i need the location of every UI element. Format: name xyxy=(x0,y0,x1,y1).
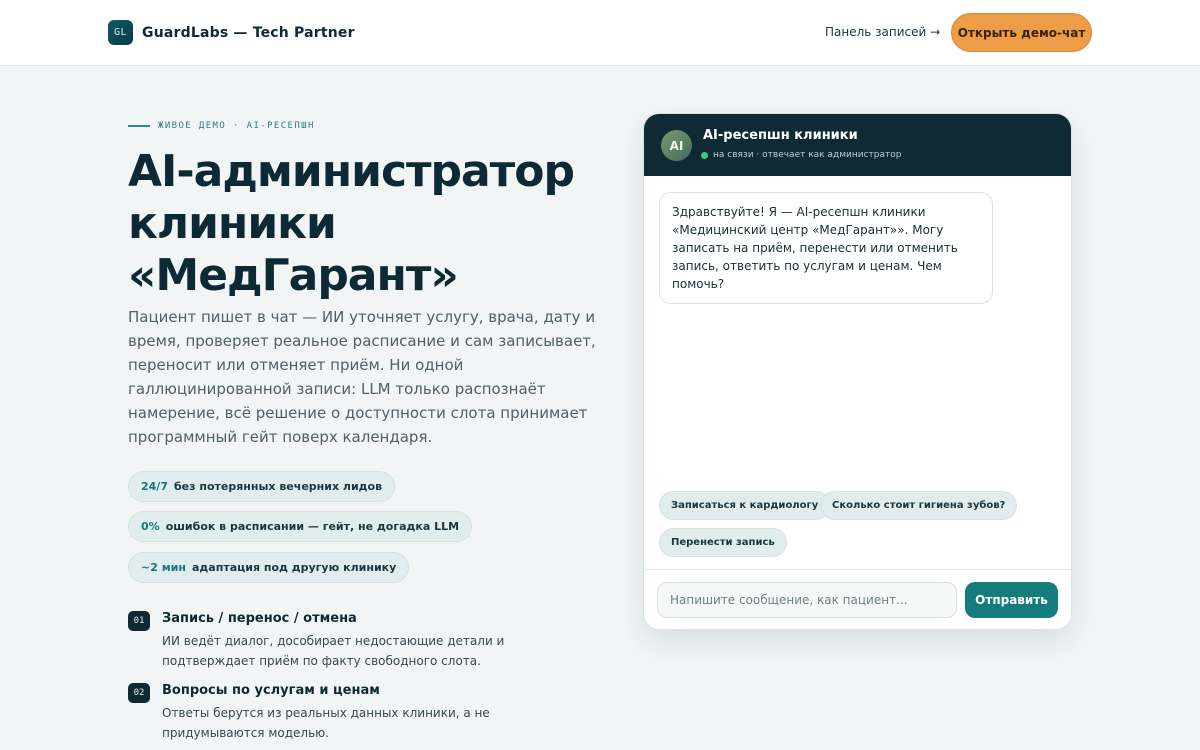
feature-text: Ответы берутся из реальных данных клиник… xyxy=(162,706,490,740)
brand-name: GuardLabs — Tech Partner xyxy=(142,24,355,41)
page-title: AI-администратор клиники «МедГарант» xyxy=(128,146,575,301)
stat-badge-adaptation: ~2 мин адаптация под другую клинику xyxy=(128,552,410,583)
online-status-icon xyxy=(701,151,708,159)
feature-number-badge: 01 xyxy=(128,611,150,631)
quick-replies: Записаться к кардиологу Сколько стоит ги… xyxy=(644,491,1071,569)
chat-widget: AI AI-ресепшн клиники на связи · отвечае… xyxy=(643,113,1072,630)
stat-label: без потерянных вечерних лидов xyxy=(173,480,383,493)
assistant-message: Здравствуйте! Я — AI-ресепшн клиники «Ме… xyxy=(659,192,993,304)
eyebrow-text: ЖИВОЕ ДЕМО · AI-РЕСЕПШН xyxy=(158,121,315,131)
records-panel-link[interactable]: Панель записей → xyxy=(825,25,940,39)
feature-number-badge: 02 xyxy=(128,683,150,703)
eyebrow-line-icon xyxy=(128,125,150,127)
eyebrow: ЖИВОЕ ДЕМО · AI-РЕСЕПШН xyxy=(128,121,315,131)
message-input[interactable] xyxy=(657,582,957,618)
message-composer: Отправить xyxy=(644,569,1071,629)
open-demo-chat-button[interactable]: Открыть демо-чат xyxy=(951,13,1092,52)
quick-reply-dental-hygiene-price[interactable]: Сколько стоит гигиена зубов? xyxy=(820,491,1018,520)
feature-services-prices: 02 Вопросы по услугам и ценам Ответы бер… xyxy=(128,681,598,743)
top-navigation-bar: GL GuardLabs — Tech Partner Панель запис… xyxy=(0,0,1200,66)
status-text: на связи · отвечает как администратор xyxy=(713,150,902,160)
stat-badge-errors: 0% ошибок в расписании — гейт, не догадк… xyxy=(128,511,473,542)
chat-header: AI AI-ресепшн клиники на связи · отвечае… xyxy=(644,114,1071,176)
feature-text: ИИ ведёт диалог, дособирает недостающие … xyxy=(162,634,505,668)
feature-title: Вопросы по услугам и ценам xyxy=(162,683,380,698)
stat-value: ~2 мин xyxy=(141,561,186,574)
brand-logo[interactable]: GL GuardLabs — Tech Partner xyxy=(108,20,355,45)
feature-title: Запись / перенос / отмена xyxy=(162,611,357,626)
ai-avatar: AI xyxy=(661,130,692,161)
feature-booking: 01 Запись / перенос / отмена ИИ ведёт ди… xyxy=(128,609,598,671)
quick-reply-cardiologist[interactable]: Записаться к кардиологу xyxy=(659,491,831,520)
stat-label: ошибок в расписании — гейт, не догадка L… xyxy=(165,520,460,533)
chat-status: на связи · отвечает как администратор xyxy=(701,150,901,160)
hero-description: Пациент пишет в чат — ИИ уточняет услугу… xyxy=(128,308,596,446)
chat-title: AI-ресепшн клиники xyxy=(703,128,858,143)
send-button[interactable]: Отправить xyxy=(965,582,1058,618)
stat-value: 0% xyxy=(141,520,160,533)
stat-value: 24/7 xyxy=(141,480,168,493)
logo-mark-icon: GL xyxy=(108,20,133,45)
stat-label: адаптация под другую клинику xyxy=(192,561,397,574)
stat-badge-availability: 24/7 без потерянных вечерних лидов xyxy=(128,471,396,502)
quick-reply-reschedule[interactable]: Перенести запись xyxy=(659,528,787,557)
